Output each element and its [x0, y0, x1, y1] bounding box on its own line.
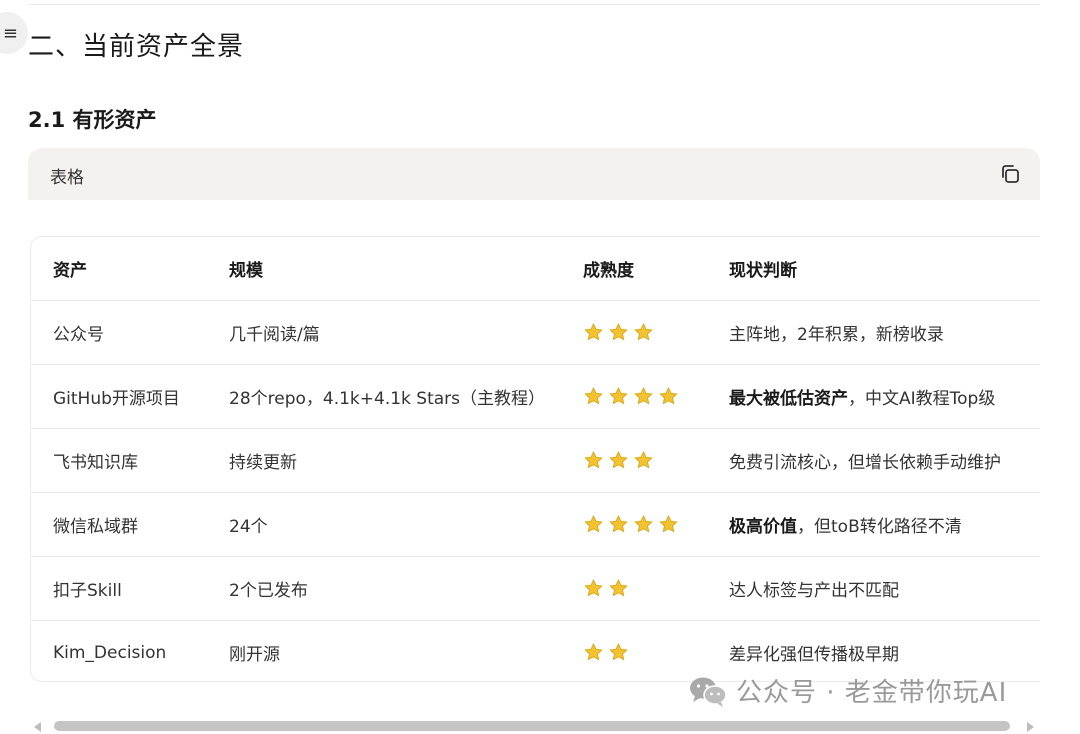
- star-icon: [609, 451, 628, 469]
- star-rating: [583, 450, 707, 471]
- star-rating: [583, 642, 707, 663]
- menu-button[interactable]: ≡: [0, 12, 28, 54]
- star-icon: [609, 323, 628, 341]
- cell-status: 极高价值，但toB转化路径不清: [707, 492, 1040, 557]
- cell-scale: 持续更新: [207, 428, 561, 493]
- star-icon: [659, 387, 678, 405]
- cell-maturity: [561, 428, 707, 493]
- table-row: 公众号 几千阅读/篇 主阵地，2年积累，新榜收录: [31, 300, 1040, 365]
- watermark: 公众号 · 老金带你玩AI: [688, 672, 1007, 709]
- cell-scale: 24个: [207, 492, 561, 557]
- cell-maturity: [561, 364, 707, 429]
- header-maturity: 成熟度: [583, 261, 634, 281]
- status-text: 差异化强但传播极早期: [729, 645, 899, 665]
- assets-table: 资产 规模 成熟度 现状判断 公众号 几千阅读/篇 主阵地，2年积累，新榜收录 Git…: [31, 237, 1040, 681]
- horizontal-scrollbar[interactable]: [32, 718, 1036, 734]
- status-text: ，中文AI教程Top级: [848, 389, 996, 409]
- cell-maturity: [561, 620, 707, 681]
- status-highlight: 极高价值: [729, 517, 797, 537]
- star-icon: [634, 387, 653, 405]
- scroll-thumb[interactable]: [54, 721, 1010, 731]
- header-asset: 资产: [53, 261, 87, 281]
- cell-maturity: [561, 492, 707, 557]
- table-row: GitHub开源项目 28个repo，4.1k+4.1k Stars（主教程） 最大…: [31, 364, 1040, 429]
- cell-scale: 28个repo，4.1k+4.1k Stars（主教程）: [207, 364, 561, 429]
- cell-status: 最大被低估资产，中文AI教程Top级: [707, 364, 1040, 429]
- star-icon: [584, 643, 603, 661]
- section-title: 二、当前资产全景: [28, 32, 245, 62]
- star-icon: [634, 515, 653, 533]
- table-row: 扣子Skill 2个已发布 达人标签与产出不匹配: [31, 556, 1040, 621]
- cell-status: 达人标签与产出不匹配: [707, 556, 1040, 621]
- wechat-icon: [690, 677, 727, 707]
- table-card-header: 表格: [28, 148, 1040, 200]
- scroll-left-arrow-icon[interactable]: [34, 722, 41, 732]
- table-card-title: 表格: [50, 168, 84, 188]
- status-text: ，但toB转化路径不清: [797, 517, 962, 537]
- star-icon: [609, 515, 628, 533]
- cell-asset: GitHub开源项目: [31, 364, 207, 429]
- scroll-right-arrow-icon[interactable]: [1027, 722, 1034, 732]
- star-icon: [634, 451, 653, 469]
- star-rating: [583, 386, 707, 407]
- star-icon: [584, 323, 603, 341]
- star-rating: [583, 578, 707, 599]
- cell-asset: 公众号: [31, 300, 207, 365]
- cell-maturity: [561, 556, 707, 621]
- table-row: 飞书知识库 持续更新 免费引流核心，但增长依赖手动维护: [31, 428, 1040, 493]
- cell-scale: 刚开源: [207, 620, 561, 681]
- cell-asset: Kim_Decision: [31, 620, 207, 681]
- table-header-row: 资产 规模 成熟度 现状判断: [31, 237, 1040, 301]
- cell-asset: 飞书知识库: [31, 428, 207, 493]
- star-icon: [584, 387, 603, 405]
- cell-asset: 微信私域群: [31, 492, 207, 557]
- cell-scale: 2个已发布: [207, 556, 561, 621]
- cell-status: 免费引流核心，但增长依赖手动维护: [707, 428, 1040, 493]
- table-container: 资产 规模 成熟度 现状判断 公众号 几千阅读/篇 主阵地，2年积累，新榜收录 Git…: [30, 236, 1040, 682]
- cell-scale: 几千阅读/篇: [207, 300, 561, 365]
- header-scale: 规模: [229, 261, 263, 281]
- status-text: 主阵地，2年积累，新榜收录: [729, 325, 944, 345]
- star-icon: [659, 515, 678, 533]
- hamburger-icon: ≡: [2, 22, 18, 44]
- top-divider: [28, 4, 1040, 5]
- star-rating: [583, 322, 707, 343]
- star-icon: [609, 387, 628, 405]
- star-icon: [634, 323, 653, 341]
- status-highlight: 最大被低估资产: [729, 389, 848, 409]
- header-status: 现状判断: [729, 261, 797, 281]
- status-text: 达人标签与产出不匹配: [729, 581, 899, 601]
- star-icon: [584, 451, 603, 469]
- watermark-text: 公众号 · 老金带你玩AI: [736, 678, 1008, 708]
- cell-status: 主阵地，2年积累，新榜收录: [707, 300, 1040, 365]
- table-row: 微信私域群 24个 极高价值，但toB转化路径不清: [31, 492, 1040, 557]
- star-icon: [584, 515, 603, 533]
- star-icon: [609, 579, 628, 597]
- status-text: 免费引流核心，但增长依赖手动维护: [729, 453, 1001, 473]
- cell-asset: 扣子Skill: [31, 556, 207, 621]
- table-card: 表格 资产 规模 成熟度 现状判断 公众号 几千阅读/篇 主阵地，2年积累，新榜收录…: [28, 148, 1040, 708]
- cell-maturity: [561, 300, 707, 365]
- copy-icon[interactable]: [998, 162, 1022, 186]
- star-icon: [584, 579, 603, 597]
- subsection-title: 2.1 有形资产: [28, 108, 157, 132]
- star-rating: [583, 514, 707, 535]
- star-icon: [609, 643, 628, 661]
